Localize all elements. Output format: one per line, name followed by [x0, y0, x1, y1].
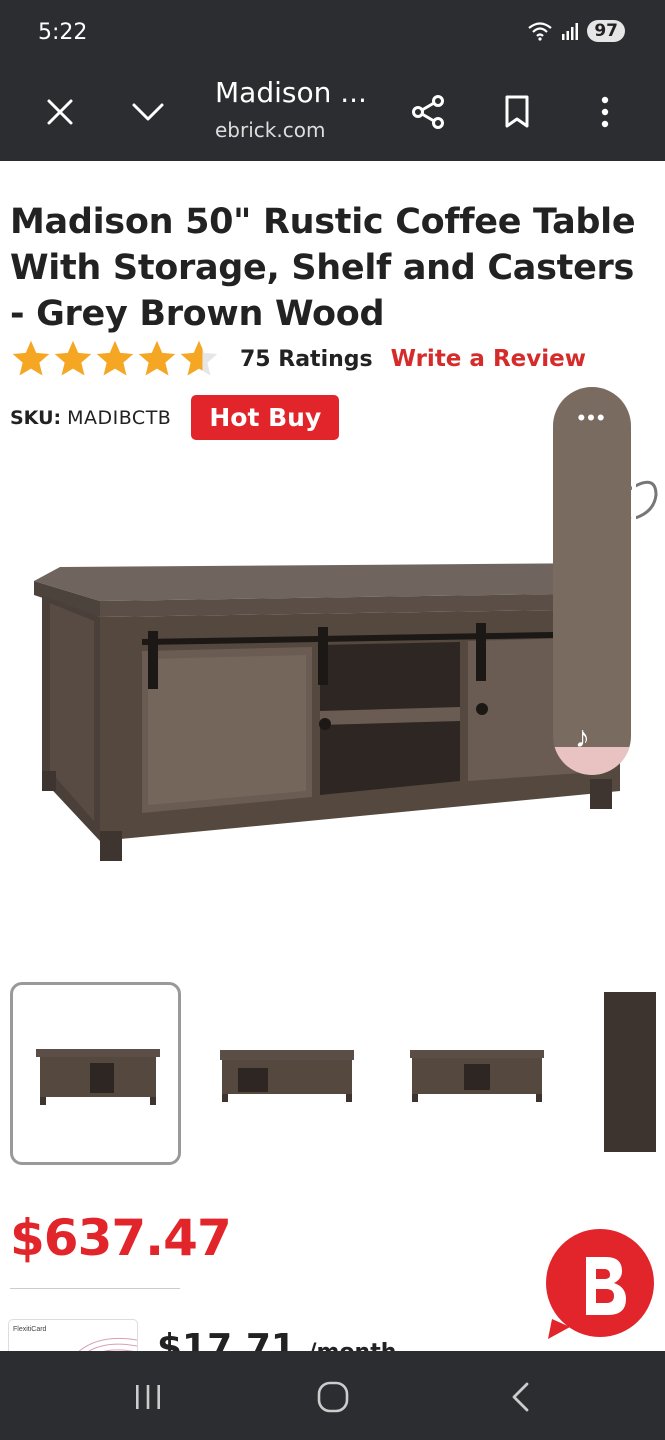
back-icon[interactable] [490, 1375, 550, 1419]
sku-label: SKU: [10, 406, 62, 429]
star-icon [54, 340, 92, 376]
page-content: Madison 50" Rustic Coffee Table With Sto… [0, 161, 665, 1351]
browser-toolbar: Madison ... ebrick.com [0, 64, 665, 161]
star-icon [12, 340, 50, 376]
monthly-payment: $17.71 /month [157, 1327, 396, 1351]
hot-buy-badge: Hot Buy [191, 395, 340, 440]
thumbnail-2[interactable] [200, 982, 371, 1165]
share-icon[interactable] [404, 88, 452, 136]
handle-icon[interactable] [626, 479, 665, 529]
flexiti-card-image: FlexitiCard [8, 1319, 138, 1351]
brand-chat-icon[interactable] [544, 1229, 656, 1341]
thumbnail-strip [10, 982, 665, 1165]
product-price: $637.47 [10, 1209, 232, 1267]
sku-row: SKU: MADIBCTB Hot Buy [10, 395, 340, 440]
write-review-link[interactable]: Write a Review [391, 346, 586, 372]
thumbnail-3[interactable] [390, 982, 561, 1165]
wifi-icon [528, 22, 553, 41]
page-url[interactable]: ebrick.com [215, 118, 325, 142]
star-rating[interactable] [10, 339, 220, 379]
thumbnail-1[interactable] [10, 982, 181, 1165]
signal-icon [562, 23, 579, 40]
more-horiz-icon[interactable]: ••• [553, 405, 631, 431]
chevron-down-icon[interactable] [124, 88, 172, 136]
product-main-image[interactable] [20, 541, 640, 881]
home-icon[interactable] [303, 1375, 363, 1419]
star-half-icon [180, 340, 218, 376]
music-note-icon[interactable]: ♪ [575, 721, 590, 755]
status-bar: 5:22 97 [0, 0, 665, 64]
monthly-unit: /month [308, 1340, 396, 1351]
bookmark-icon[interactable] [493, 88, 541, 136]
floating-assistant-pill[interactable]: ••• ♪ [553, 387, 631, 775]
page-title[interactable]: Madison ... [215, 76, 367, 109]
pill-footer [553, 747, 631, 775]
recent-apps-icon[interactable] [118, 1375, 178, 1419]
product-title: Madison 50" Rustic Coffee Table With Sto… [10, 202, 636, 334]
star-icon [138, 340, 176, 376]
status-time: 5:22 [38, 20, 88, 45]
thumbnail-4[interactable] [604, 992, 656, 1152]
divider [10, 1288, 180, 1289]
sku-value: MADIBCTB [67, 406, 172, 429]
rating-row: 75 Ratings Write a Review [10, 339, 586, 379]
more-vert-icon[interactable] [581, 88, 629, 136]
close-icon[interactable] [36, 88, 84, 136]
status-icons: 97 [527, 20, 625, 42]
ratings-count[interactable]: 75 Ratings [240, 347, 373, 372]
system-nav-bar [0, 1351, 665, 1440]
monthly-price: $17.71 [157, 1327, 296, 1351]
battery-indicator: 97 [587, 20, 625, 42]
star-icon [96, 340, 134, 376]
